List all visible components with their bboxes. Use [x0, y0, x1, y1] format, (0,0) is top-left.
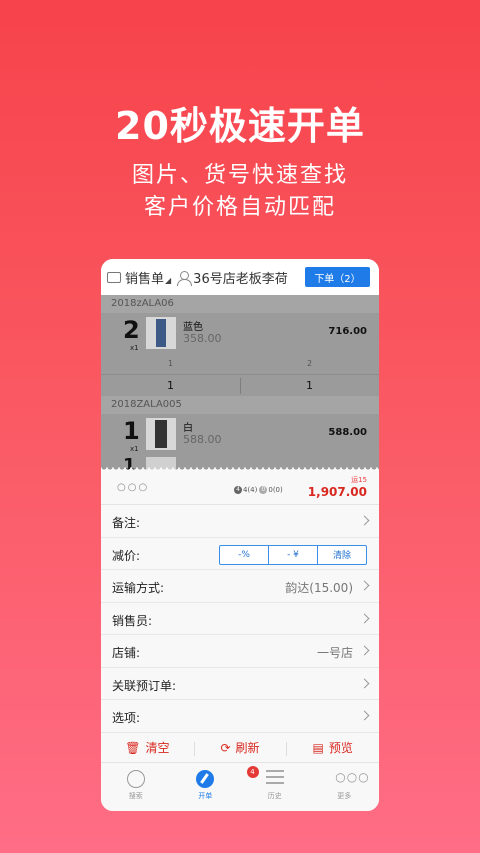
chevron-right-icon: [359, 710, 370, 721]
preview-button[interactable]: ▤ 预览: [286, 739, 379, 756]
list-item[interactable]: 1 x1 白 588.00 588.00: [101, 414, 379, 455]
discount-label: 减价:: [112, 548, 141, 563]
clear-button[interactable]: 🗑 清空: [101, 739, 194, 756]
discount-segmented-control: -% - ¥ 清除: [219, 544, 367, 565]
item-unit: x1: [130, 445, 139, 453]
chevron-right-icon: [359, 613, 370, 623]
note-row[interactable]: 备注:: [101, 505, 379, 538]
store-row[interactable]: 店铺: 一号店: [101, 635, 379, 668]
jeans-thumbnail: [146, 317, 176, 349]
tab-label: 开单: [198, 792, 213, 800]
qty-badges: 4 4(4) 0 0(0): [234, 486, 283, 494]
item-name: 白: [183, 423, 193, 434]
list-icon: [265, 770, 284, 784]
tab-bar: 搜索 4 开单 历史 ○○○ 更多: [101, 763, 379, 811]
caret-icon: ◢: [165, 275, 172, 285]
item-qty: 2: [123, 316, 140, 344]
note-label: 备注:: [112, 516, 141, 530]
salesperson-row[interactable]: 销售员:: [101, 603, 379, 635]
list-item[interactable]: 2 x1 蓝色 358.00 716.00: [101, 313, 379, 354]
return-badge-icon: 0: [259, 486, 268, 494]
item-total: 588.00: [328, 427, 367, 438]
refresh-label: 刷新: [235, 741, 260, 755]
tab-history[interactable]: 历史: [240, 763, 310, 811]
item-price: 588.00: [183, 433, 222, 446]
discount-percent-button[interactable]: -%: [220, 545, 269, 564]
qty-badge-icon: 4: [234, 486, 242, 494]
person-icon: [177, 270, 193, 286]
discount-clear-button[interactable]: 清除: [318, 546, 366, 564]
order-sheet: ○○○ 4 4(4) 0 0(0) 运15 1,907.00 备注: 减价: -…: [101, 467, 379, 811]
shipping-tag: 运15: [351, 476, 367, 484]
item-list: 2018zALA06 2 x1 蓝色 358.00 716.00 1 2 1 1…: [101, 295, 379, 471]
options-label: 选项:: [112, 711, 141, 725]
item-name: 蓝色: [183, 322, 203, 333]
item-qty: 1: [123, 417, 140, 445]
tab-label: 更多: [337, 792, 352, 800]
tab-label: 搜索: [128, 792, 143, 800]
hero-subtitle-2: 客户价格自动匹配: [143, 195, 336, 220]
chevron-right-icon: [359, 678, 370, 688]
chevron-right-icon: [359, 645, 370, 656]
item-total: 716.00: [328, 326, 367, 337]
chevron-right-icon: [359, 580, 370, 591]
hero-subtitle-1: 图片、货号快速查找: [131, 163, 348, 188]
hero-title: 20秒极速开单: [115, 104, 365, 148]
size-count[interactable]: 1: [306, 379, 313, 392]
doc-type-label: 销售单: [125, 271, 165, 287]
refresh-icon: ⟳: [220, 740, 231, 755]
refresh-button[interactable]: ⟳ 刷新: [193, 739, 287, 756]
tab-label: 历史: [267, 792, 282, 800]
size-label: 1: [168, 359, 174, 368]
store-label: 店铺:: [112, 646, 141, 660]
place-order-button[interactable]: 下单（2）: [305, 267, 370, 287]
size-label: 2: [307, 359, 313, 368]
shipping-row[interactable]: 运输方式: 韵达(15.00): [101, 570, 379, 603]
preorder-row[interactable]: 关联预订单:: [101, 668, 379, 700]
order-summary: ○○○ 4 4(4) 0 0(0) 运15 1,907.00: [101, 471, 379, 505]
customer-name: 36号店老板李荷: [193, 271, 288, 287]
divider: [240, 378, 241, 394]
shipping-value: 韵达(15.00): [285, 581, 353, 595]
item-unit: x1: [130, 344, 139, 352]
shipping-label: 运输方式:: [112, 581, 165, 595]
customer-selector[interactable]: 36号店老板李荷: [193, 268, 288, 287]
tab-search[interactable]: 搜索: [101, 763, 171, 811]
discount-row: 减价: -% - ¥ 清除: [101, 538, 379, 570]
item-sku: 2018ZALA005: [101, 396, 379, 414]
folder-icon: [107, 271, 121, 283]
more-icon: ○○○: [335, 770, 370, 784]
trash-icon: 🗑: [125, 740, 141, 755]
options-row[interactable]: 选项:: [101, 700, 379, 733]
discount-amount-button[interactable]: - ¥: [269, 545, 318, 564]
return-badge-text: 0(0): [268, 486, 283, 494]
pen-icon: [196, 770, 215, 788]
item-price: 358.00: [183, 332, 222, 345]
size-count-row: 1 1: [101, 374, 379, 396]
order-total: 1,907.00: [307, 485, 367, 499]
pants-thumbnail: [146, 418, 176, 450]
clear-label: 清空: [145, 741, 170, 755]
salesperson-label: 销售员:: [112, 613, 153, 628]
action-bar: 🗑 清空 ⟳ 刷新 ▤ 预览: [101, 733, 379, 763]
tab-more[interactable]: ○○○ 更多: [310, 763, 380, 811]
qty-badge-text: 4(4): [243, 486, 258, 494]
preorder-label: 关联预订单:: [112, 678, 177, 693]
size-count[interactable]: 1: [167, 379, 174, 392]
doc-type-selector[interactable]: 销售单◢: [125, 268, 171, 287]
preview-label: 预览: [328, 741, 353, 755]
size-header-row: 1 2: [101, 354, 379, 374]
store-value: 一号店: [316, 646, 353, 660]
order-header: 销售单◢ 36号店老板李荷 下单（2）: [101, 259, 379, 295]
search-icon: [126, 770, 145, 788]
chevron-right-icon: [359, 515, 370, 526]
printer-icon: ▤: [312, 740, 324, 755]
tab-new-order[interactable]: 4 开单: [171, 763, 259, 811]
phone-screen: 销售单◢ 36号店老板李荷 下单（2） 2018zALA06 2 x1 蓝色 3…: [101, 259, 379, 811]
item-sku: 2018zALA06: [101, 295, 379, 313]
more-dots-icon[interactable]: ○○○: [117, 482, 149, 493]
